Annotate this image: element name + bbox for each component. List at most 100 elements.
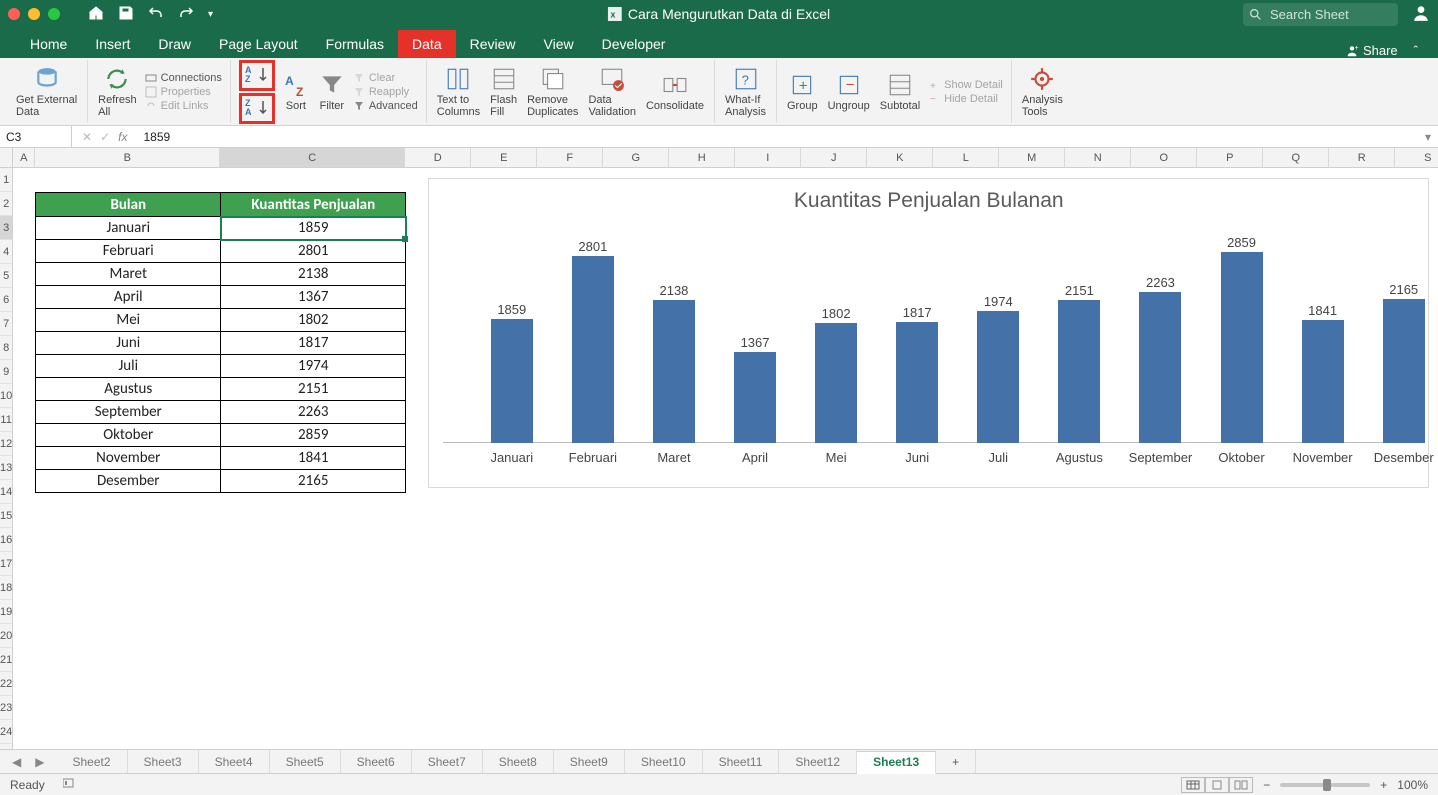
row-header[interactable]: 7 [0, 312, 12, 336]
cell-month[interactable]: April [36, 286, 221, 309]
column-header[interactable]: L [933, 148, 999, 167]
advanced-filter-button[interactable]: Advanced [353, 100, 418, 112]
name-box[interactable]: C3 [0, 126, 72, 147]
row-header[interactable]: 21 [0, 648, 12, 672]
home-icon[interactable] [88, 5, 104, 24]
row-header[interactable]: 14 [0, 480, 12, 504]
tab-insert[interactable]: Insert [81, 30, 144, 58]
column-header[interactable]: A [13, 148, 35, 167]
cell-month[interactable]: Juni [36, 332, 221, 355]
column-header[interactable]: Q [1263, 148, 1329, 167]
cell-month[interactable]: November [36, 447, 221, 470]
hide-detail-button[interactable]: −Hide Detail [928, 93, 1003, 105]
reapply-filter-button[interactable]: Reapply [353, 86, 418, 98]
row-header[interactable]: 11 [0, 408, 12, 432]
scroll-tabs-left-icon[interactable]: ◀ [12, 755, 21, 769]
edit-links-button[interactable]: Edit Links [145, 100, 222, 112]
properties-button[interactable]: Properties [145, 86, 222, 98]
group-button[interactable]: +Group [785, 70, 820, 114]
sales-chart[interactable]: Kuantitas Penjualan Bulanan 1859Januari2… [428, 178, 1429, 488]
worksheet-grid[interactable]: 1234567891011121314151617181920212223242… [0, 148, 1438, 749]
row-header[interactable]: 19 [0, 600, 12, 624]
zoom-in-button[interactable]: + [1380, 778, 1387, 792]
row-header[interactable]: 4 [0, 240, 12, 264]
get-external-data-button[interactable]: Get External Data [14, 64, 79, 120]
tab-home[interactable]: Home [16, 30, 81, 58]
row-header[interactable]: 22 [0, 672, 12, 696]
tab-draw[interactable]: Draw [144, 30, 205, 58]
remove-duplicates-button[interactable]: Remove Duplicates [525, 64, 580, 120]
formula-input[interactable]: 1859 [137, 130, 1418, 144]
column-header[interactable]: C [220, 148, 405, 167]
sheet-tab[interactable]: Sheet13 [857, 751, 936, 774]
normal-view-button[interactable] [1181, 777, 1205, 793]
row-header[interactable]: 1 [0, 168, 12, 192]
refresh-all-button[interactable]: Refresh All [96, 64, 139, 120]
connections-button[interactable]: Connections [145, 72, 222, 84]
chart-bar[interactable]: 2151 [1058, 283, 1100, 443]
row-header[interactable]: 15 [0, 504, 12, 528]
row-header[interactable]: 3 [0, 216, 12, 240]
column-header[interactable]: B [35, 148, 220, 167]
tab-data[interactable]: Data [398, 30, 456, 58]
cell-qty[interactable]: 2801 [221, 240, 406, 263]
tab-view[interactable]: View [530, 30, 588, 58]
ungroup-button[interactable]: −Ungroup [826, 70, 872, 114]
row-header[interactable]: 5 [0, 264, 12, 288]
chart-bar[interactable]: 2165 [1383, 282, 1425, 443]
chart-bar[interactable]: 1859 [491, 302, 533, 443]
macro-record-icon[interactable] [63, 777, 79, 792]
cell-qty[interactable]: 1859 [221, 217, 406, 240]
chart-bar[interactable]: 1974 [977, 294, 1019, 443]
row-header[interactable]: 20 [0, 624, 12, 648]
chart-bar[interactable]: 1367 [734, 335, 776, 443]
zoom-level[interactable]: 100% [1397, 778, 1428, 792]
row-header[interactable]: 18 [0, 576, 12, 600]
maximize-icon[interactable] [48, 8, 60, 20]
row-header[interactable]: 12 [0, 432, 12, 456]
column-header[interactable]: D [405, 148, 471, 167]
column-header[interactable]: O [1131, 148, 1197, 167]
fx-icon[interactable]: fx [118, 130, 127, 144]
sheet-tab[interactable]: Sheet6 [341, 750, 412, 773]
column-header[interactable]: I [735, 148, 801, 167]
cell-qty[interactable]: 1841 [221, 447, 406, 470]
cell-month[interactable]: Februari [36, 240, 221, 263]
column-header[interactable]: N [1065, 148, 1131, 167]
row-header[interactable]: 25 [0, 744, 12, 749]
row-header[interactable]: 23 [0, 696, 12, 720]
cell-qty[interactable]: 2151 [221, 378, 406, 401]
cell-qty[interactable]: 2859 [221, 424, 406, 447]
cell-month[interactable]: Desember [36, 470, 221, 493]
user-icon[interactable] [1412, 4, 1430, 25]
sheet-tab[interactable]: Sheet2 [56, 750, 127, 773]
row-header[interactable]: 8 [0, 336, 12, 360]
row-header[interactable]: 2 [0, 192, 12, 216]
what-if-button[interactable]: ?What-If Analysis [723, 64, 768, 120]
cell-month[interactable]: Juli [36, 355, 221, 378]
tab-page-layout[interactable]: Page Layout [205, 30, 312, 58]
redo-icon[interactable] [178, 5, 194, 24]
sheet-tab[interactable]: Sheet9 [554, 750, 625, 773]
column-headers[interactable]: ABCDEFGHIJKLMNOPQRS [13, 148, 1438, 168]
clear-filter-button[interactable]: Clear [353, 72, 418, 84]
save-icon[interactable] [118, 5, 134, 24]
column-header[interactable]: M [999, 148, 1065, 167]
tab-formulas[interactable]: Formulas [312, 30, 398, 58]
sort-ascending-button[interactable]: AZ [239, 60, 275, 91]
enter-formula-icon[interactable]: ✓ [100, 130, 110, 144]
row-header[interactable]: 10 [0, 384, 12, 408]
sheet-tab[interactable]: Sheet8 [483, 750, 554, 773]
column-header[interactable]: G [603, 148, 669, 167]
sheet-tab[interactable]: Sheet11 [703, 750, 780, 773]
minimize-icon[interactable] [28, 8, 40, 20]
filter-button[interactable]: Filter [317, 70, 347, 114]
cell-qty[interactable]: 2165 [221, 470, 406, 493]
show-detail-button[interactable]: +Show Detail [928, 79, 1003, 91]
cell-month[interactable]: Mei [36, 309, 221, 332]
column-header[interactable]: P [1197, 148, 1263, 167]
chart-bar[interactable]: 2801 [572, 239, 614, 443]
zoom-slider[interactable] [1280, 783, 1370, 787]
row-header[interactable]: 9 [0, 360, 12, 384]
column-header[interactable]: R [1329, 148, 1395, 167]
